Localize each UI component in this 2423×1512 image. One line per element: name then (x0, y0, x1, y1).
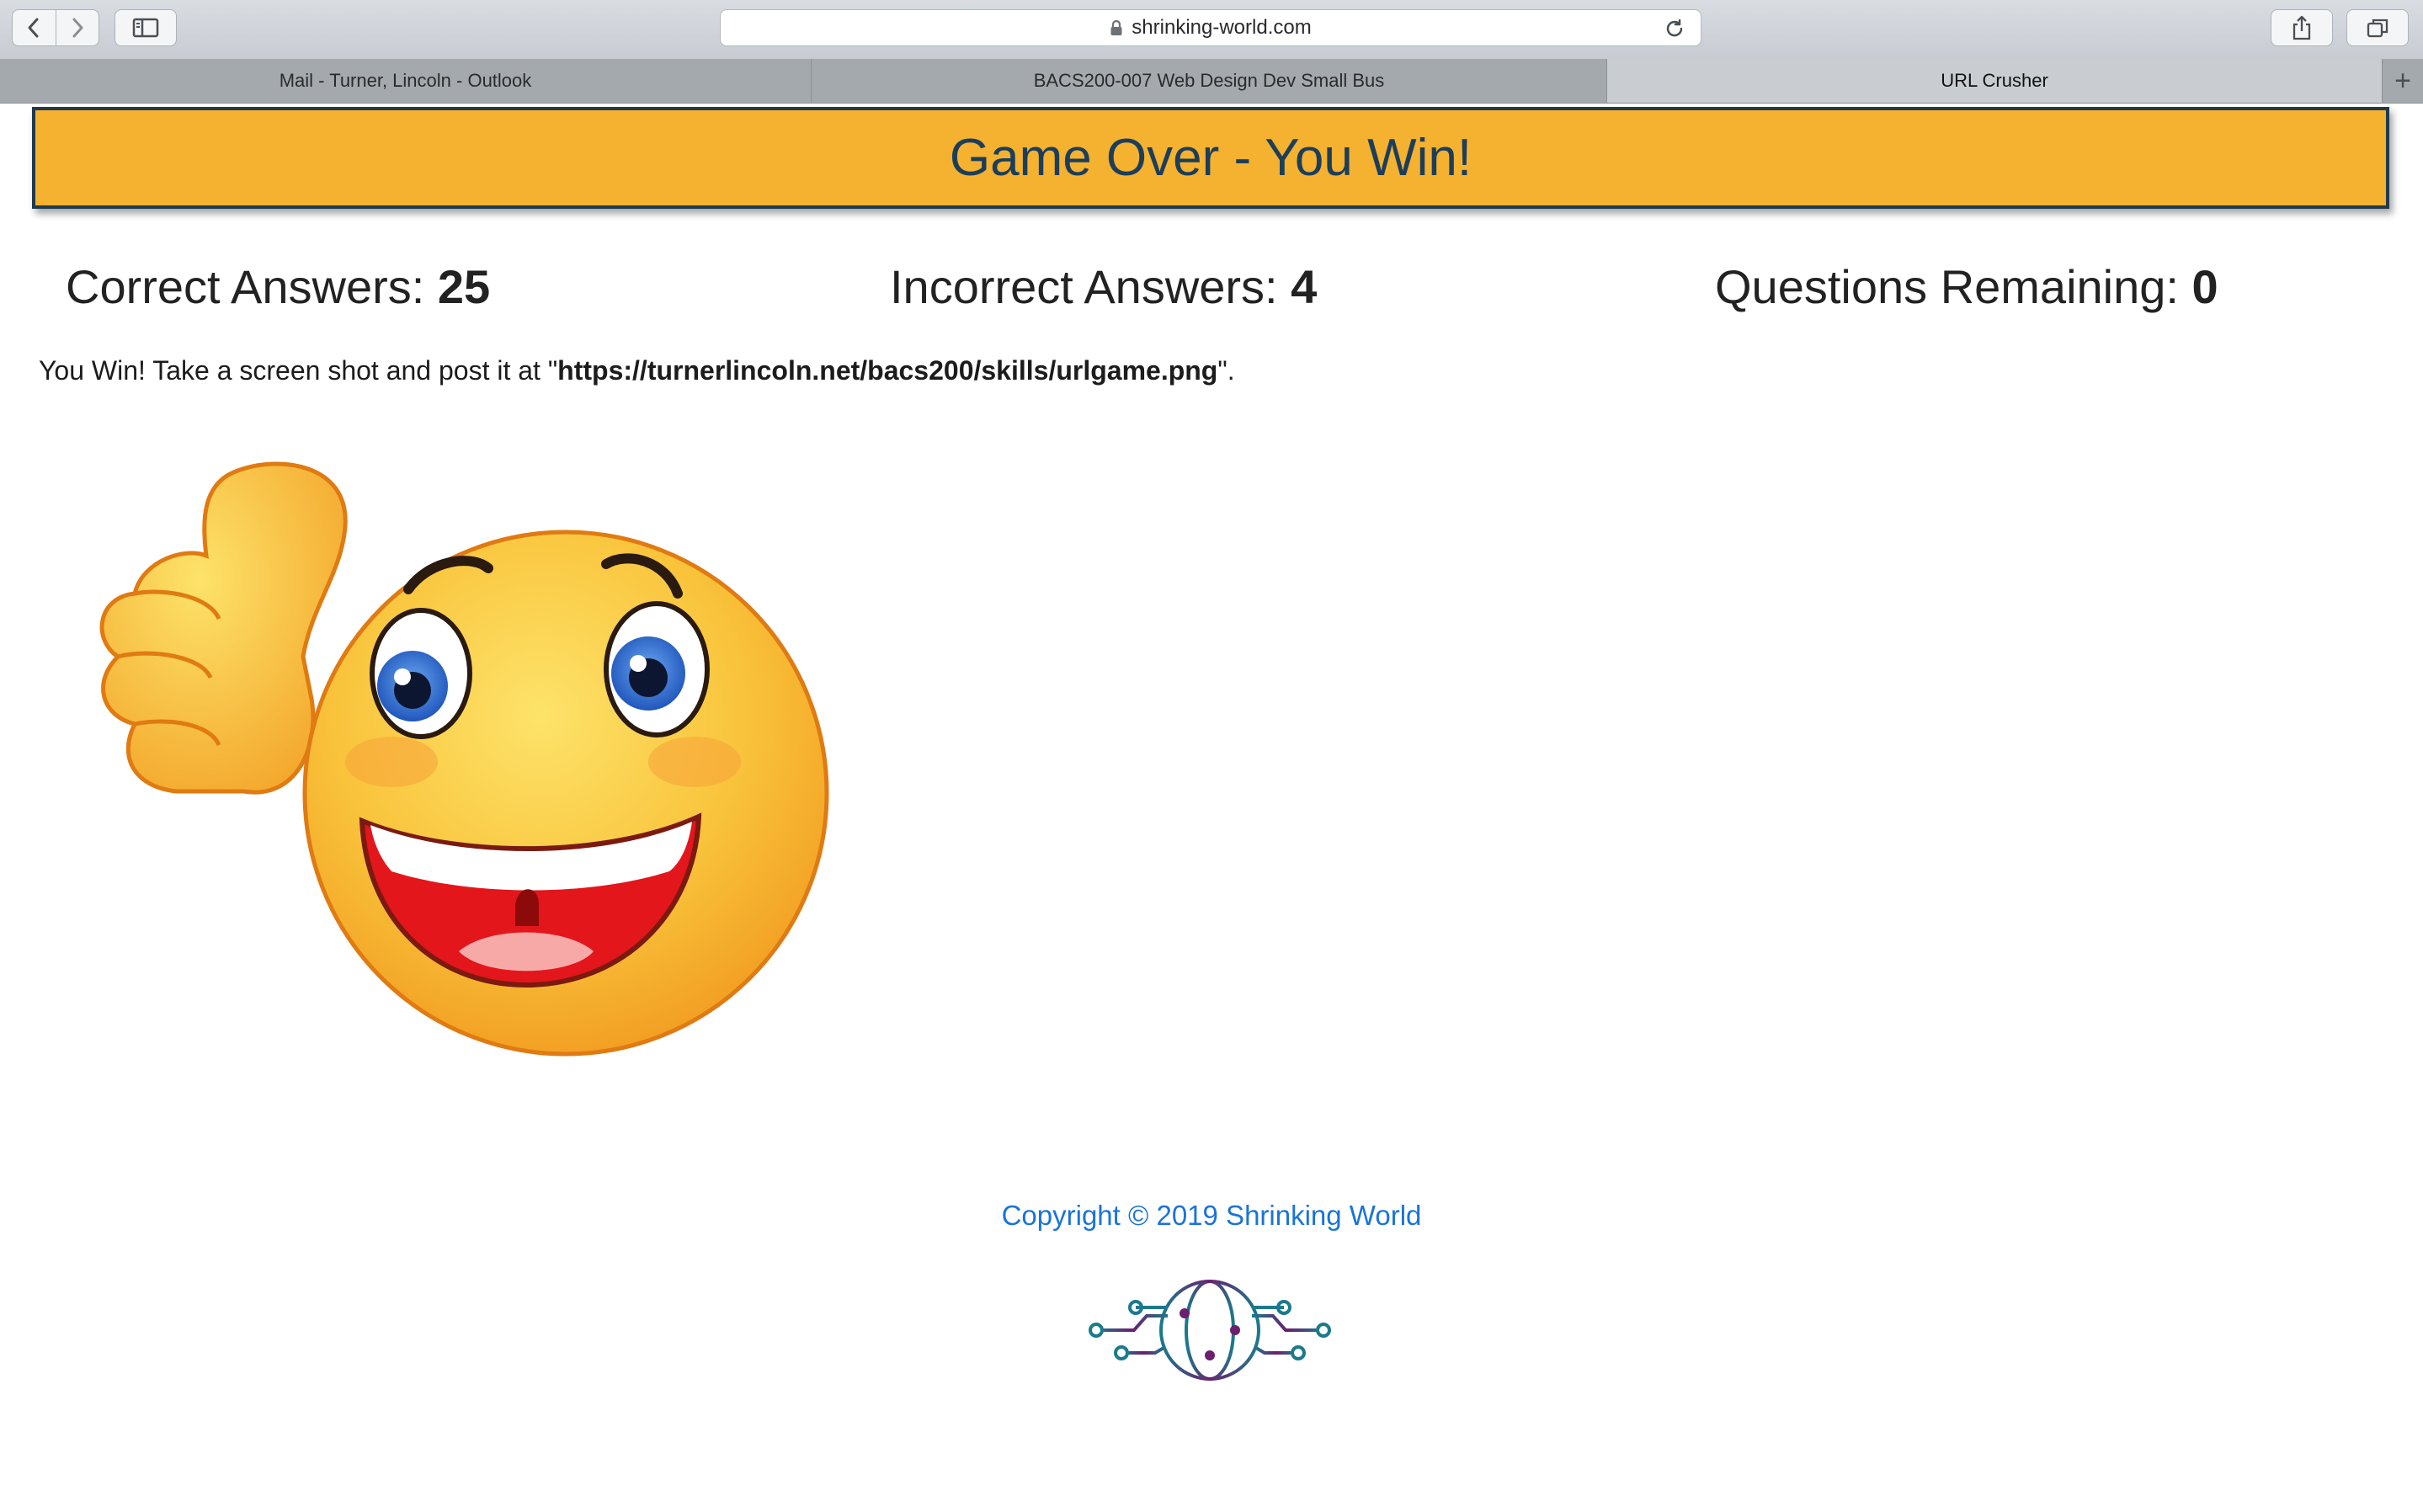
tabs-overview-icon (2367, 19, 2388, 38)
stat-remaining: Questions Remaining: 0 (1715, 259, 2218, 314)
footer-copyright[interactable]: Copyright © 2019 Shrinking World (0, 1200, 2423, 1232)
reload-icon[interactable] (1664, 18, 1685, 45)
stat-label: Questions Remaining: (1715, 260, 2192, 313)
stat-label: Incorrect Answers: (890, 260, 1291, 313)
browser-toolbar: shrinking-world.com (0, 0, 2423, 60)
nav-buttons (12, 9, 99, 46)
right-eye (604, 601, 710, 737)
back-icon (28, 18, 39, 38)
thumbs-up-smiley-image (99, 461, 829, 1057)
stat-label: Correct Answers: (66, 260, 438, 313)
stat-correct: Correct Answers: 25 (66, 259, 490, 314)
stat-value: 0 (2191, 260, 2218, 313)
win-message: You Win! Take a screen shot and post it … (39, 355, 1235, 386)
left-eye (370, 608, 472, 739)
shrinking-world-logo (1089, 1280, 1331, 1381)
tab-bar: Mail - Turner, Lincoln - Outlook BACS200… (0, 59, 2423, 104)
forward-icon (72, 18, 83, 38)
sidebar-icon (132, 18, 159, 38)
stat-value: 25 (437, 260, 491, 313)
score-stats: Correct Answers: 25 Incorrect Answers: 4… (0, 259, 2423, 327)
tab-label: Mail - Turner, Lincoln - Outlook (279, 70, 532, 91)
address-url: shrinking-world.com (1132, 16, 1312, 39)
stat-value: 4 (1291, 260, 1318, 313)
win-message-suffix: ". (1217, 355, 1235, 386)
game-over-banner: Game Over - You Win! (32, 107, 2389, 209)
tab-bacs200[interactable]: BACS200-007 Web Design Dev Small Bus (812, 59, 1607, 103)
tabs-overview-button[interactable] (2346, 9, 2409, 46)
sidebar-button[interactable] (114, 9, 177, 46)
back-button[interactable] (13, 10, 56, 45)
new-tab-button[interactable]: + (2383, 59, 2423, 103)
tab-label: URL Crusher (1941, 70, 2048, 91)
share-button[interactable] (2271, 9, 2333, 46)
share-icon (2293, 15, 2311, 40)
address-bar[interactable]: shrinking-world.com (720, 9, 1701, 46)
tab-url-crusher[interactable]: URL Crusher (1607, 59, 2383, 103)
win-message-prefix: You Win! Take a screen shot and post it … (39, 355, 558, 386)
tab-label: BACS200-007 Web Design Dev Small Bus (1033, 70, 1385, 91)
page-title: Game Over - You Win! (949, 129, 1472, 187)
screenshot-url: https://turnerlincoln.net/bacs200/skills… (557, 355, 1218, 386)
tab-mail[interactable]: Mail - Turner, Lincoln - Outlook (0, 59, 812, 103)
lock-icon (1110, 19, 1123, 36)
forward-button[interactable] (55, 10, 99, 45)
stat-incorrect: Incorrect Answers: 4 (890, 259, 1317, 314)
